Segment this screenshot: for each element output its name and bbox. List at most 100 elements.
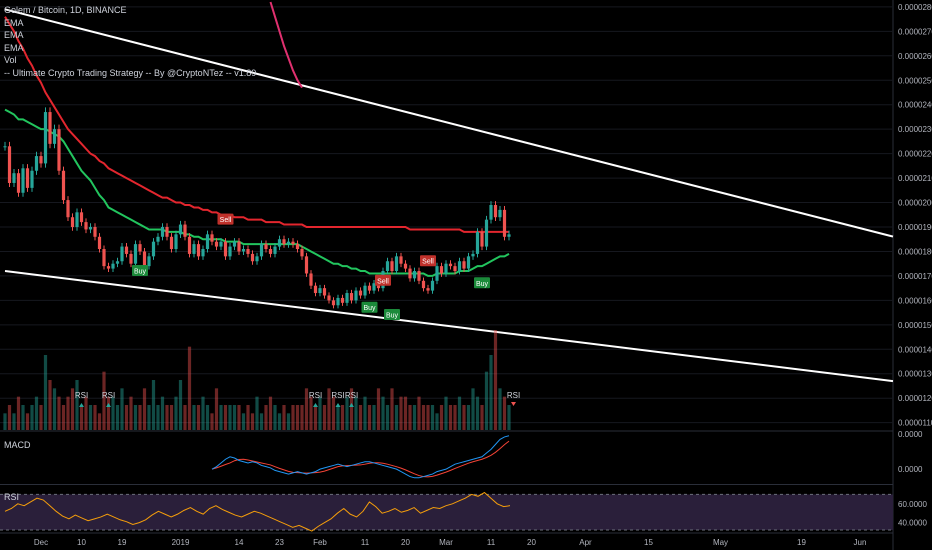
volume-bar (327, 388, 331, 430)
candle-body (151, 241, 156, 257)
candle-body (291, 241, 295, 245)
candle-body (210, 234, 214, 242)
candle-body (52, 129, 57, 144)
rsi-marker-label: RSI (309, 391, 322, 400)
signal-label: Buy (134, 269, 147, 276)
candle-body (453, 266, 457, 272)
volume-bar (84, 396, 88, 430)
candle-body (165, 227, 169, 237)
candle-body (313, 285, 318, 294)
candle-body (61, 170, 66, 201)
candle-body (255, 256, 259, 262)
candle-body (507, 234, 511, 237)
volume-bar (286, 413, 291, 430)
chart-canvas[interactable]: SellBuySellBuySellBuyBuy RSI RSI RSI RSI RSI… (0, 0, 932, 550)
volume-bar (273, 405, 277, 430)
signal-label: Sell (220, 217, 232, 224)
candle-body (174, 234, 178, 250)
candle-body (408, 268, 412, 279)
volume-bar (457, 396, 462, 430)
candle-body (84, 222, 88, 230)
volume-bar (16, 396, 21, 430)
time-tick-label: Dec (34, 538, 48, 547)
price-tick-label: 0.0000240 (898, 101, 932, 110)
candle-body (250, 253, 255, 262)
volume-bar (412, 405, 417, 430)
candle-body (304, 256, 309, 274)
legend-study-vol[interactable]: Vol (4, 54, 256, 67)
volume-bar (502, 396, 507, 430)
volume-bar (138, 405, 142, 430)
volume-bar (354, 396, 358, 430)
volume-bar (178, 380, 183, 430)
time-tick-label: Jun (854, 538, 867, 547)
rsi-tick-label: 60.0000 (898, 500, 927, 509)
volume-bar (7, 405, 12, 430)
candle-body (412, 271, 417, 279)
rsi-pane-label[interactable]: RSI (4, 492, 19, 502)
legend-study-ema-1[interactable]: EMA (4, 17, 256, 30)
sell-signal: Sell (375, 274, 391, 286)
legend: Golem / Bitcoin, 1D, BINANCE EMA EMA EMA… (4, 4, 256, 79)
macd-tick-label: 0.0000 (898, 465, 923, 474)
candle-body (3, 146, 7, 148)
candle-body (138, 244, 142, 252)
volume-bar (264, 405, 268, 430)
candle-body (39, 156, 43, 164)
volume-bar (313, 405, 318, 430)
candle-body (403, 263, 408, 269)
volume-bar (367, 405, 372, 430)
time-tick-label: 19 (797, 538, 806, 547)
volume-bar (309, 396, 313, 430)
volume-bar (268, 396, 273, 430)
volume-bar (241, 413, 246, 430)
candle-body (7, 146, 12, 183)
volume-bar (408, 405, 412, 430)
candle-body (426, 288, 430, 291)
sell-signal: Sell (217, 213, 234, 225)
candle-body (147, 256, 151, 267)
time-tick-label: 14 (235, 538, 244, 547)
volume-bar (376, 388, 381, 430)
rsi-marker-label: RSI (331, 391, 344, 400)
candle-body (160, 227, 165, 237)
candle-body (277, 239, 282, 247)
volume-bar (34, 396, 39, 430)
legend-symbol[interactable]: Golem / Bitcoin, 1D, BINANCE (4, 4, 256, 17)
candle-body (219, 241, 223, 247)
time-tick-label: 11 (487, 538, 496, 547)
candle-body (444, 263, 448, 274)
volume-bar (169, 405, 174, 430)
time-tick-label: Feb (313, 538, 327, 547)
volume-bar (214, 388, 219, 430)
legend-study-ema-3[interactable]: EMA (4, 42, 256, 55)
signal-label: Sell (422, 259, 434, 266)
volume-bar (331, 396, 336, 430)
candle-body (421, 280, 426, 289)
macd-pane-label[interactable]: MACD (4, 440, 31, 450)
candle-body (358, 290, 363, 296)
volume-bar (385, 405, 390, 430)
candle-body (75, 212, 79, 228)
volume-bar (394, 405, 399, 430)
volume-bar (493, 330, 498, 430)
legend-study-strategy[interactable]: -- Ultimate Crypto Trading Strategy -- B… (4, 67, 256, 80)
candle-body (169, 236, 174, 250)
price-tick-label: 0.0000190 (898, 223, 932, 232)
candle-body (300, 249, 304, 257)
volume-bar (322, 405, 327, 430)
time-tick-label: 2019 (172, 538, 190, 547)
candle-body (264, 244, 268, 250)
candle-body (196, 244, 201, 257)
candle-body (241, 249, 246, 252)
legend-study-ema-2[interactable]: EMA (4, 29, 256, 42)
volume-bar (507, 405, 511, 430)
volume-bar (372, 405, 376, 430)
candle-body (34, 156, 39, 171)
volume-bar (318, 396, 322, 430)
volume-bar (462, 405, 466, 430)
candle-body (327, 295, 331, 301)
candle-body (484, 219, 489, 247)
volume-bar (259, 413, 264, 430)
volume-bar (210, 413, 214, 430)
